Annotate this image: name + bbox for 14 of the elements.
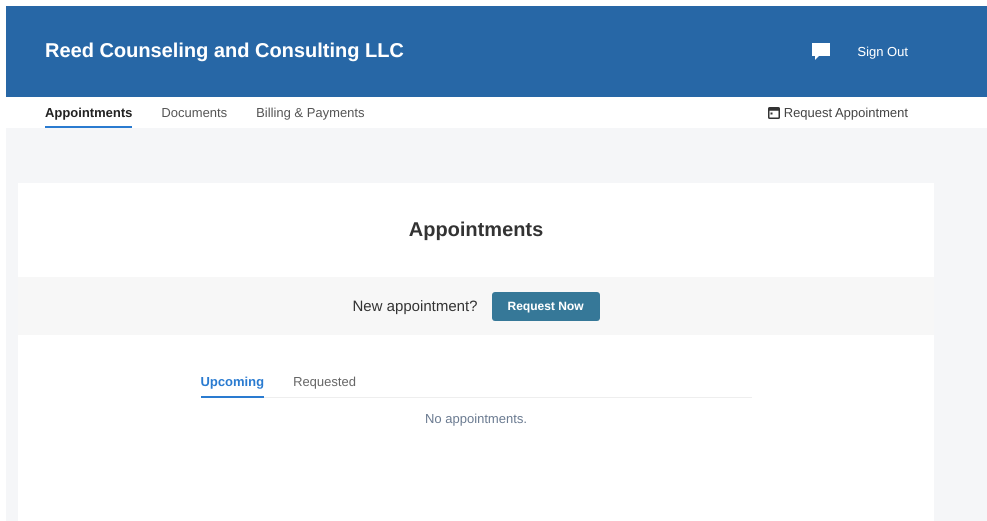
sign-out-link[interactable]: Sign Out bbox=[857, 44, 908, 59]
appointment-tab[interactable]: Upcoming bbox=[200, 368, 264, 398]
nav-tab[interactable]: Documents bbox=[161, 99, 228, 128]
request-appointment-label: Request Appointment bbox=[784, 105, 908, 120]
practice-name: Reed Counseling and Consulting LLC bbox=[45, 40, 404, 63]
calendar-icon bbox=[768, 106, 780, 118]
request-now-button[interactable]: Request Now bbox=[492, 292, 600, 320]
nav-tab[interactable]: Billing & Payments bbox=[256, 99, 365, 128]
card-title: Appointments bbox=[408, 218, 544, 243]
request-appointment-link[interactable]: Request Appointment bbox=[768, 97, 908, 128]
chat-icon[interactable] bbox=[811, 42, 832, 62]
new-appointment-prompt: New appointment? bbox=[352, 298, 478, 314]
appointment-tab[interactable]: Requested bbox=[293, 368, 356, 398]
empty-message: No appointments. bbox=[424, 411, 528, 426]
